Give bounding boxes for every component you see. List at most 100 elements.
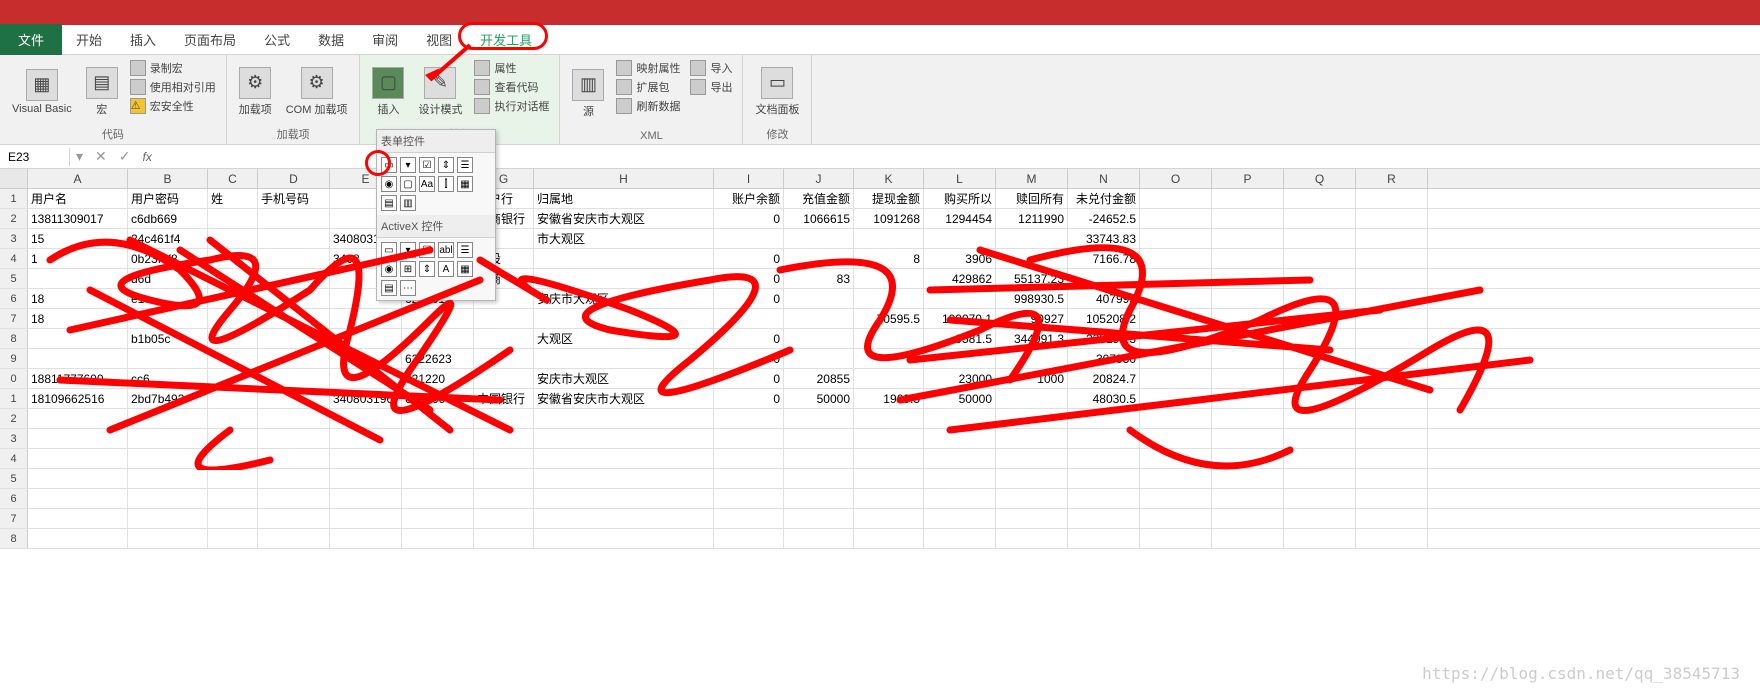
cell[interactable] bbox=[258, 489, 330, 508]
misc2-control-icon[interactable]: ▤ bbox=[381, 195, 397, 211]
cell[interactable]: 621220 bbox=[402, 369, 474, 388]
cell[interactable]: 购买所以 bbox=[924, 189, 996, 208]
cell[interactable]: 23000 bbox=[924, 369, 996, 388]
cell[interactable] bbox=[330, 489, 402, 508]
cell[interactable] bbox=[1284, 469, 1356, 488]
cell[interactable] bbox=[1356, 529, 1428, 548]
cell[interactable]: 0 bbox=[714, 269, 784, 288]
cell[interactable] bbox=[1284, 349, 1356, 368]
source-button[interactable]: ▥源 bbox=[568, 59, 608, 128]
cell[interactable] bbox=[402, 449, 474, 468]
cell[interactable] bbox=[1212, 349, 1284, 368]
cell[interactable] bbox=[208, 429, 258, 448]
com-addins-button[interactable]: ⚙COM 加载项 bbox=[282, 59, 352, 124]
row-header[interactable]: 2 bbox=[0, 409, 28, 428]
cell[interactable] bbox=[1140, 449, 1212, 468]
cell[interactable] bbox=[854, 469, 924, 488]
view-code-button[interactable]: 查看代码 bbox=[472, 78, 551, 96]
cell[interactable]: 归属地 bbox=[534, 189, 714, 208]
cell[interactable] bbox=[258, 289, 330, 308]
cell[interactable] bbox=[330, 409, 402, 428]
cell[interactable] bbox=[996, 229, 1068, 248]
cell[interactable] bbox=[1068, 449, 1140, 468]
cell[interactable] bbox=[28, 529, 128, 548]
cell[interactable] bbox=[996, 469, 1068, 488]
cell[interactable] bbox=[534, 349, 714, 368]
cell[interactable] bbox=[208, 289, 258, 308]
ax-combo-icon[interactable]: ▾ bbox=[400, 242, 416, 258]
cell[interactable]: 0 bbox=[714, 249, 784, 268]
cell[interactable]: 未兑付金额 bbox=[1068, 189, 1140, 208]
cell[interactable] bbox=[208, 349, 258, 368]
cell[interactable] bbox=[784, 349, 854, 368]
cell[interactable] bbox=[128, 349, 208, 368]
tab-file[interactable]: 文件 bbox=[0, 24, 62, 55]
cell[interactable] bbox=[402, 309, 474, 328]
row-header[interactable]: 5 bbox=[0, 269, 28, 288]
cell[interactable]: 623566 bbox=[402, 389, 474, 408]
ax-more-icon[interactable]: ⋯ bbox=[400, 280, 416, 296]
cell[interactable] bbox=[1212, 249, 1284, 268]
label-control-icon[interactable]: Aa bbox=[419, 176, 435, 192]
ax-image-icon[interactable]: ▤ bbox=[381, 280, 397, 296]
row-header[interactable]: 2 bbox=[0, 209, 28, 228]
col-header[interactable]: L bbox=[924, 169, 996, 188]
cell[interactable] bbox=[474, 349, 534, 368]
cell[interactable] bbox=[714, 489, 784, 508]
cell[interactable] bbox=[28, 349, 128, 368]
ax-checkbox-icon[interactable]: ☑ bbox=[419, 242, 435, 258]
select-all[interactable] bbox=[0, 169, 28, 188]
cell[interactable]: 238199.3 bbox=[1068, 329, 1140, 348]
cell[interactable] bbox=[1212, 509, 1284, 528]
cell[interactable]: 429862 bbox=[924, 269, 996, 288]
cell[interactable]: 安庆市大观区 bbox=[534, 289, 714, 308]
cell[interactable] bbox=[258, 329, 330, 348]
ax-toggle-icon[interactable]: ⊞ bbox=[400, 261, 416, 277]
cell[interactable] bbox=[474, 509, 534, 528]
cell[interactable] bbox=[474, 529, 534, 548]
col-header[interactable]: O bbox=[1140, 169, 1212, 188]
cell[interactable] bbox=[534, 429, 714, 448]
col-header[interactable]: R bbox=[1356, 169, 1428, 188]
cell[interactable] bbox=[714, 409, 784, 428]
cell[interactable]: 提现金额 bbox=[854, 189, 924, 208]
cell[interactable] bbox=[1140, 309, 1212, 328]
cell[interactable] bbox=[1140, 349, 1212, 368]
cell[interactable]: 用户密码 bbox=[128, 189, 208, 208]
cell[interactable] bbox=[714, 229, 784, 248]
cell[interactable] bbox=[208, 269, 258, 288]
cell[interactable] bbox=[784, 309, 854, 328]
cell[interactable] bbox=[1356, 369, 1428, 388]
ax-label-icon[interactable]: ▦ bbox=[457, 261, 473, 277]
cell[interactable]: 1211990 bbox=[996, 209, 1068, 228]
cell[interactable] bbox=[1212, 189, 1284, 208]
cell[interactable]: 998930.5 bbox=[996, 289, 1068, 308]
cell[interactable] bbox=[128, 429, 208, 448]
row-header[interactable]: 6 bbox=[0, 289, 28, 308]
cell[interactable] bbox=[1140, 429, 1212, 448]
cell[interactable] bbox=[258, 229, 330, 248]
cell[interactable]: c6db669 bbox=[128, 209, 208, 228]
cell[interactable] bbox=[996, 349, 1068, 368]
cell[interactable] bbox=[1356, 249, 1428, 268]
cell[interactable] bbox=[854, 429, 924, 448]
cell[interactable] bbox=[128, 489, 208, 508]
cell[interactable] bbox=[474, 429, 534, 448]
cell[interactable] bbox=[208, 529, 258, 548]
col-header[interactable]: C bbox=[208, 169, 258, 188]
cell[interactable] bbox=[854, 509, 924, 528]
cell[interactable]: 18 bbox=[28, 289, 128, 308]
cell[interactable] bbox=[924, 229, 996, 248]
cell[interactable] bbox=[996, 429, 1068, 448]
cell[interactable]: 7166.78 bbox=[1068, 249, 1140, 268]
cell[interactable] bbox=[208, 329, 258, 348]
export-button[interactable]: 导出 bbox=[688, 78, 734, 96]
ax-option-icon[interactable]: ◉ bbox=[381, 261, 397, 277]
tab-view[interactable]: 视图 bbox=[412, 24, 466, 55]
cell[interactable]: 18811777600 bbox=[28, 369, 128, 388]
tab-formulas[interactable]: 公式 bbox=[250, 24, 304, 55]
cell[interactable]: 33743.83 bbox=[1068, 229, 1140, 248]
cell[interactable] bbox=[402, 409, 474, 428]
cell[interactable] bbox=[784, 469, 854, 488]
cell[interactable]: 用户名 bbox=[28, 189, 128, 208]
